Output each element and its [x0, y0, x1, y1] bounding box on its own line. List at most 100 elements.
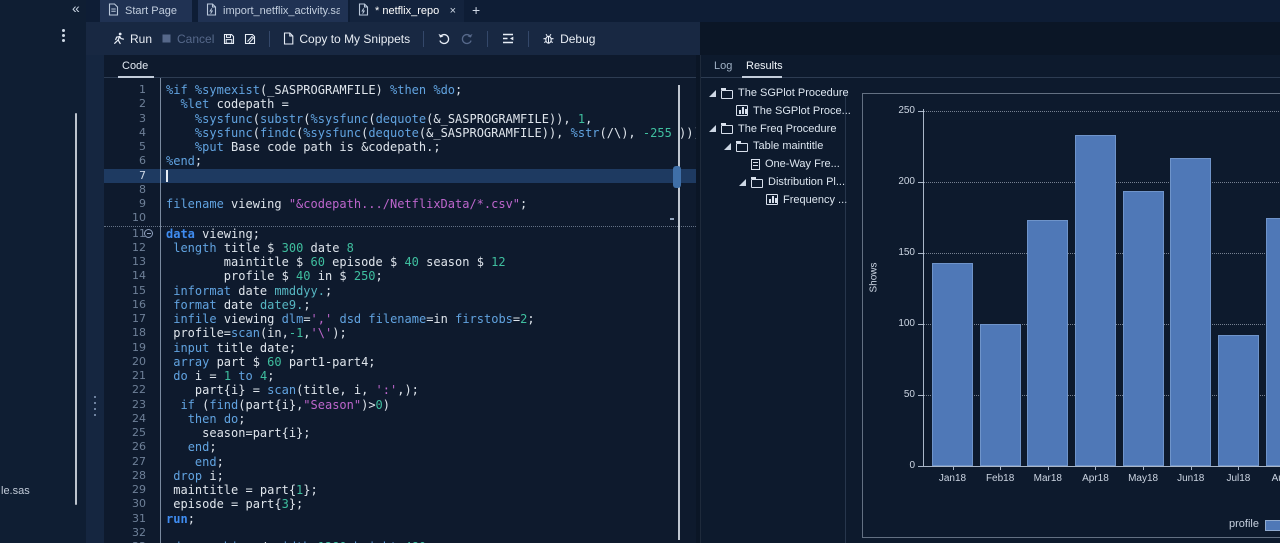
y-tick	[918, 111, 923, 112]
run-button[interactable]: Run	[112, 32, 152, 46]
bar-Aug18	[1265, 217, 1280, 466]
line-number: 28	[132, 468, 146, 482]
code-line-7[interactable]: 7	[104, 168, 696, 183]
editor-toolbar: Run Cancel Copy to My Snippets Debug	[86, 22, 700, 55]
tree-item[interactable]: Distribution Pl...	[739, 173, 845, 191]
tab-results[interactable]: Results	[746, 60, 783, 72]
code-line-6[interactable]: 6 %end;	[104, 154, 696, 168]
code-text: then do;	[187, 411, 246, 426]
code-text: input title date;	[173, 340, 297, 355]
toolbar-separator	[423, 30, 425, 47]
document-icon	[751, 158, 760, 170]
save-icon	[223, 33, 235, 45]
save-as-button[interactable]	[244, 33, 256, 45]
line-number: 27	[132, 454, 146, 468]
sidebar-scrollbar[interactable]	[75, 113, 77, 505]
code-line-24[interactable]: 24 then do;	[104, 412, 696, 426]
code-line-2[interactable]: 2 %let codepath =	[104, 97, 696, 111]
code-area[interactable]: 1 %if %symexist(_SASPROGRAMFILE) %then %d…	[104, 78, 696, 543]
stop-icon	[161, 33, 172, 44]
code-line-13[interactable]: 13 maintitle $ 60 episode $ 40 season $ …	[104, 255, 696, 269]
code-line-27[interactable]: 27 end;	[104, 455, 696, 469]
code-line-25[interactable]: 25 season=part{i};	[104, 426, 696, 440]
code-text: end;	[187, 440, 217, 455]
line-number: 23	[132, 397, 146, 411]
code-line-9[interactable]: 9 filename viewing "&codepath.../NetflixD…	[104, 197, 696, 211]
code-line-16[interactable]: 16 format date date9.;	[104, 298, 696, 312]
code-line-22[interactable]: 22 part{i} = scan(title, i, ':',);	[104, 383, 696, 397]
format-code-button[interactable]	[501, 32, 515, 45]
code-line-5[interactable]: 5 %put Base code path is &codepath.;	[104, 140, 696, 154]
code-line-8[interactable]: 8	[104, 183, 696, 197]
tree-item-label: Frequency ...	[783, 193, 848, 206]
code-line-11[interactable]: 11 data viewing;	[104, 225, 696, 241]
bar-May18	[1122, 190, 1164, 466]
panel-splitter[interactable]	[86, 22, 104, 543]
code-line-23[interactable]: 23 if (find(part{i},"Season")>0)	[104, 398, 696, 412]
code-text: episode = part{3};	[166, 497, 304, 512]
code-line-4[interactable]: 4 %sysfunc(findc(%sysfunc(dequote(&_SASP…	[104, 126, 696, 140]
collapse-sidebar-icon[interactable]: «	[72, 0, 80, 16]
code-line-29[interactable]: 29 maintitle = part{1};	[104, 483, 696, 497]
code-line-17[interactable]: 17 infile viewing dlm=',' dsd filename=i…	[104, 312, 696, 326]
bar-chart-container: Shows profile 0 50 100 150 200 250 Jan18 Feb18 M…	[862, 93, 1280, 538]
expand-arrow-icon[interactable]	[739, 178, 746, 186]
tree-item[interactable]: The SGPlot Proce...	[724, 102, 851, 120]
tree-item[interactable]: Table maintitle	[724, 137, 823, 155]
undo-button[interactable]	[437, 32, 451, 45]
format-icon	[501, 32, 515, 45]
code-line-1[interactable]: 1 %if %symexist(_SASPROGRAMFILE) %then %d…	[104, 83, 696, 97]
sidebar-truncated-filename[interactable]: le.sas	[1, 485, 30, 497]
code-text: length title $ 300 date 8	[173, 240, 354, 255]
expand-arrow-icon[interactable]	[709, 125, 716, 133]
tab-start-page[interactable]: Start Page	[100, 0, 192, 22]
tree-item[interactable]: Frequency ...	[754, 191, 847, 209]
code-line-15[interactable]: 15 informat date mmddyy.;	[104, 284, 696, 298]
document-tab-bar: + Start Page import_netflix_activity.sas *…	[86, 0, 1280, 22]
code-line-10[interactable]: 10	[104, 211, 696, 225]
code-line-26[interactable]: 26 end;	[104, 440, 696, 454]
code-line-21[interactable]: 21 do i = 1 to 4;	[104, 369, 696, 383]
tab-netflix-report[interactable]: * netflix_report.sas ×	[350, 0, 464, 22]
code-tab-header: Code	[104, 55, 696, 78]
gridline	[923, 111, 1280, 112]
code-line-12[interactable]: 12 length title $ 300 date 8	[104, 241, 696, 255]
expand-arrow-icon[interactable]	[724, 142, 731, 150]
redo-button[interactable]	[460, 32, 474, 45]
code-line-14[interactable]: 14 profile $ 40 in $ 250;	[104, 269, 696, 283]
code-line-28[interactable]: 28 drop i;	[104, 469, 696, 483]
code-text: maintitle = part{1};	[166, 483, 318, 497]
tab-code[interactable]: Code	[122, 60, 148, 72]
code-line-18[interactable]: 18 profile=scan(in,-1,'\');	[104, 326, 696, 340]
cancel-button[interactable]: Cancel	[161, 32, 214, 46]
x-tick	[1000, 466, 1002, 470]
save-button[interactable]	[223, 33, 235, 45]
line-number: 25	[132, 426, 146, 439]
line-number: 26	[132, 440, 146, 454]
tab-log[interactable]: Log	[714, 60, 732, 72]
line-number: 3	[139, 111, 146, 125]
new-tab-button[interactable]: +	[472, 2, 480, 18]
tree-item[interactable]: The SGPlot Procedure	[709, 84, 849, 102]
tab-import-netflix-activity[interactable]: import_netflix_activity.sas	[198, 0, 348, 22]
expand-arrow-icon[interactable]	[709, 89, 716, 97]
code-line-30[interactable]: 30 episode = part{3};	[104, 497, 696, 511]
close-tab-icon[interactable]: ×	[450, 5, 456, 17]
tree-item[interactable]: One-Way Fre...	[739, 155, 840, 173]
kebab-menu-icon[interactable]	[62, 29, 65, 32]
editor-scrollbar-thumb[interactable]	[673, 166, 681, 188]
line-number: 9	[139, 197, 146, 210]
code-line-3[interactable]: 3 %sysfunc(substr(%sysfunc(dequote(&_SAS…	[104, 112, 696, 126]
tree-item[interactable]: The Freq Procedure	[709, 120, 836, 138]
debug-button[interactable]: Debug	[542, 32, 595, 46]
y-tick	[918, 395, 923, 396]
code-line-19[interactable]: 19 input title date;	[104, 341, 696, 355]
editor-scrollbar-track[interactable]	[678, 85, 680, 540]
line-number: 18	[132, 326, 146, 340]
copy-to-snippets-button[interactable]: Copy to My Snippets	[283, 32, 410, 46]
code-line-32[interactable]: 32	[104, 526, 696, 540]
fold-collapse-icon[interactable]	[144, 228, 153, 238]
code-text: array part $ 60 part1-part4;	[173, 354, 376, 369]
code-line-31[interactable]: 31 run;	[104, 512, 696, 526]
code-line-20[interactable]: 20 array part $ 60 part1-part4;	[104, 355, 696, 369]
